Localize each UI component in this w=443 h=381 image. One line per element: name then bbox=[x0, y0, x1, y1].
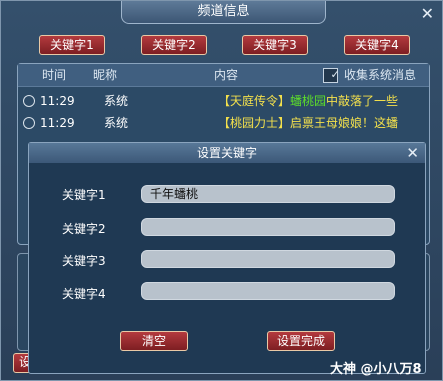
watermark: 大神 @小八万8 bbox=[330, 362, 422, 377]
message-prefix: 【天庭传令】 bbox=[218, 94, 291, 108]
message-row[interactable]: 11:29 系统 【天庭传令】蟠桃园中敲落了一些 bbox=[18, 90, 429, 112]
list-header: 时间 昵称 内容 ✓ 收集系统消息 bbox=[18, 64, 429, 87]
close-icon[interactable]: ✕ bbox=[406, 144, 419, 162]
collect-system-checkbox[interactable]: ✓ bbox=[323, 68, 340, 83]
keyword-tab-2[interactable]: 关键字2 bbox=[141, 35, 207, 55]
close-icon[interactable]: ✕ bbox=[421, 4, 434, 23]
keyword-tab-1[interactable]: 关键字1 bbox=[39, 35, 105, 55]
header-content: 内容 bbox=[214, 68, 239, 82]
keyword-input-1[interactable]: 千年蟠桃 bbox=[141, 185, 395, 203]
message-suffix: 启禀王母娘娘！这蟠 bbox=[290, 116, 399, 130]
finish-setting-button[interactable]: 设置完成 bbox=[267, 331, 335, 351]
radio-icon[interactable] bbox=[23, 117, 35, 129]
keyword-tab-4[interactable]: 关键字4 bbox=[344, 35, 410, 55]
message-time: 11:29 bbox=[40, 94, 75, 108]
keyword-label-4: 关键字4 bbox=[62, 287, 106, 301]
message-prefix: 【桃园力士】 bbox=[218, 116, 291, 130]
message-highlight[interactable]: 蟠桃园 bbox=[290, 94, 326, 108]
clear-button[interactable]: 清空 bbox=[120, 331, 188, 351]
header-nickname: 昵称 bbox=[93, 68, 118, 82]
keyword-label-2: 关键字2 bbox=[62, 222, 106, 236]
message-suffix: 中敲落了一些 bbox=[326, 94, 399, 108]
keyword-input-3[interactable] bbox=[141, 250, 395, 268]
message-nickname: 系统 bbox=[104, 94, 129, 108]
message-nickname: 系统 bbox=[104, 116, 129, 130]
window-title: 频道信息 bbox=[121, 1, 326, 24]
keyword-tab-3[interactable]: 关键字3 bbox=[242, 35, 308, 55]
message-time: 11:29 bbox=[40, 116, 75, 130]
keyword-input-2[interactable] bbox=[141, 218, 395, 236]
set-keyword-dialog: 设置关键字 ✕ 关键字1 千年蟠桃 关键字2 关键字3 关键字4 清空 设置完成 bbox=[28, 142, 426, 374]
keyword-label-1: 关键字1 bbox=[62, 188, 106, 202]
dialog-title: 设置关键字 bbox=[29, 143, 425, 163]
header-collect: 收集系统消息 bbox=[344, 68, 417, 82]
keyword-label-3: 关键字3 bbox=[62, 254, 106, 268]
keyword-input-4[interactable] bbox=[141, 282, 395, 300]
header-time: 时间 bbox=[42, 68, 67, 82]
radio-icon[interactable] bbox=[23, 95, 35, 107]
checkmark-icon: ✓ bbox=[330, 68, 340, 81]
message-row[interactable]: 11:29 系统 【桃园力士】启禀王母娘娘！这蟠 bbox=[18, 112, 429, 134]
